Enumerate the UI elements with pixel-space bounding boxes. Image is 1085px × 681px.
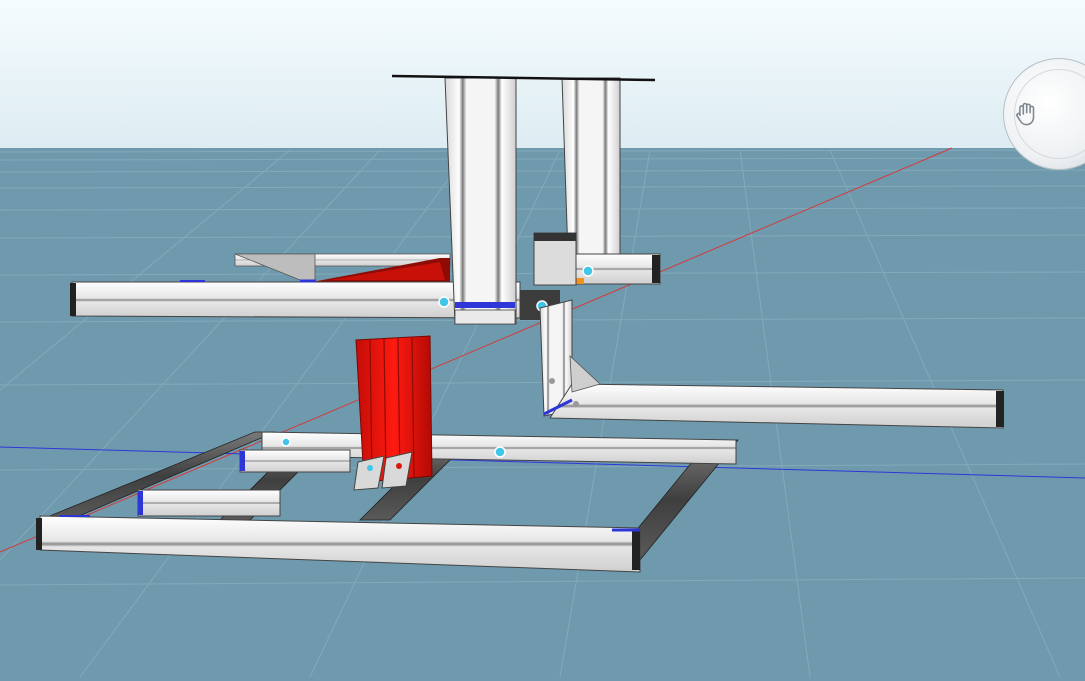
scene-svg (0, 0, 1085, 678)
3d-viewport[interactable] (0, 0, 1085, 678)
upper-front-rail (71, 281, 521, 319)
vertical-post-back (561, 77, 621, 257)
sky (0, 0, 1085, 148)
vertical-post-front (444, 77, 517, 325)
pan-hand-icon[interactable] (1010, 97, 1044, 131)
